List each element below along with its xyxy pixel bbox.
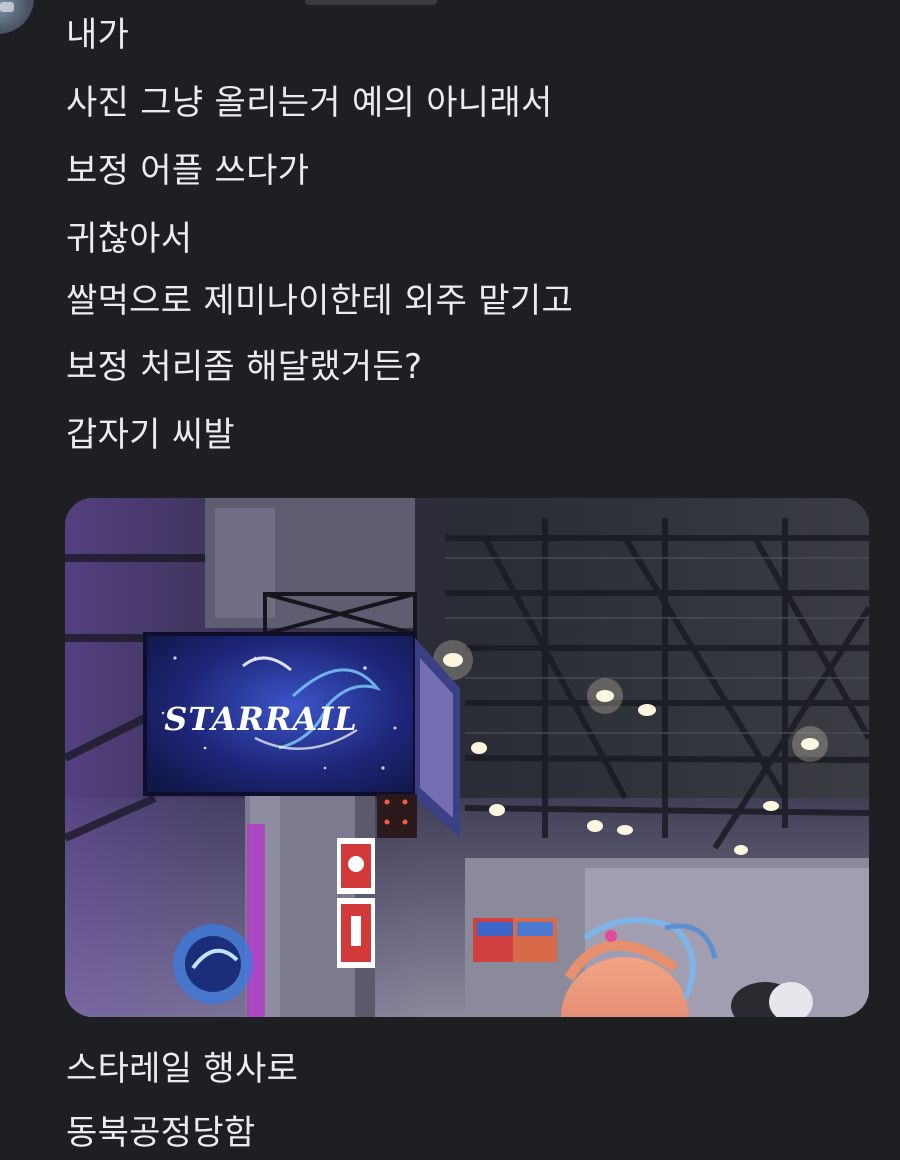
post-text-line: 쌀먹으로 제미나이한테 외주 맡기고 bbox=[66, 281, 574, 321]
drag-handle[interactable] bbox=[305, 0, 437, 5]
post-text-line: 동북공정당함 bbox=[66, 1113, 256, 1153]
post-text-line: 귀찮아서 bbox=[66, 219, 193, 259]
post-text-line: 보정 처리좀 해달랬거든? bbox=[66, 347, 423, 387]
starrail-sign-text: STARRAIL bbox=[164, 700, 357, 738]
post-text-line: 내가 bbox=[66, 15, 130, 55]
post-photo[interactable]: STARRAIL bbox=[65, 498, 869, 1017]
post-text-line: 갑자기 씨발 bbox=[66, 415, 236, 455]
avatar[interactable] bbox=[0, 0, 34, 34]
post-text-line: 보정 어플 쓰다가 bbox=[66, 151, 310, 191]
post-text-line: 사진 그냥 올리는거 예의 아니래서 bbox=[66, 83, 553, 123]
photo-scene: STARRAIL bbox=[65, 498, 869, 1017]
post-text-line: 스타레일 행사로 bbox=[66, 1049, 299, 1089]
